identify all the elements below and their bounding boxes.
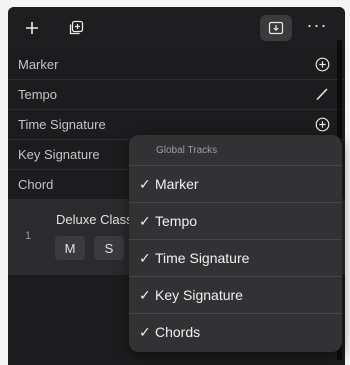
duplicate-button[interactable] bbox=[64, 15, 88, 41]
global-tracks-popover: Global Tracks ✓ Marker ✓ Tempo ✓ Time Si… bbox=[129, 135, 342, 352]
toolbar: ··· bbox=[8, 7, 345, 47]
global-track-row-tempo[interactable]: Tempo bbox=[8, 79, 345, 110]
menu-item-tempo[interactable]: ✓ Tempo bbox=[129, 202, 342, 239]
menu-item-label: Chords bbox=[155, 324, 201, 340]
menu-item-label: Tempo bbox=[155, 213, 198, 229]
more-icon: ··· bbox=[306, 14, 328, 35]
mute-button[interactable]: M bbox=[55, 236, 85, 260]
popover-header: Global Tracks bbox=[156, 144, 218, 156]
add-track-button[interactable] bbox=[20, 15, 44, 41]
menu-item-label: Marker bbox=[155, 176, 199, 192]
duplicate-icon bbox=[69, 20, 84, 35]
pencil-icon[interactable] bbox=[313, 85, 331, 103]
plus-circle-icon[interactable] bbox=[313, 55, 331, 73]
menu-item-key-signature[interactable]: ✓ Key Signature bbox=[129, 276, 342, 313]
checkmark-icon: ✓ bbox=[139, 286, 151, 303]
menu-item-marker[interactable]: ✓ Marker bbox=[129, 165, 342, 202]
row-label: Key Signature bbox=[18, 146, 100, 162]
plus-circle-icon[interactable] bbox=[313, 115, 331, 133]
global-track-row-marker[interactable]: Marker bbox=[8, 49, 345, 80]
row-label: Tempo bbox=[18, 86, 58, 102]
menu-item-label: Key Signature bbox=[155, 287, 243, 303]
checkmark-icon: ✓ bbox=[139, 249, 151, 266]
plus-icon bbox=[26, 22, 38, 34]
track-number: 1 bbox=[25, 230, 32, 242]
row-label: Time Signature bbox=[18, 116, 106, 132]
import-tray-icon bbox=[268, 21, 284, 35]
menu-item-time-signature[interactable]: ✓ Time Signature bbox=[129, 239, 342, 276]
more-button[interactable]: ··· bbox=[304, 12, 330, 38]
menu-item-label: Time Signature bbox=[155, 250, 250, 266]
row-label: Marker bbox=[18, 56, 59, 72]
row-label: Chord bbox=[18, 176, 54, 192]
solo-button[interactable]: S bbox=[94, 236, 124, 260]
checkmark-icon: ✓ bbox=[139, 212, 151, 229]
checkmark-icon: ✓ bbox=[139, 323, 151, 340]
global-tracks-button[interactable] bbox=[260, 15, 292, 41]
track-name[interactable]: Deluxe Classic bbox=[56, 212, 138, 227]
checkmark-icon: ✓ bbox=[139, 175, 151, 192]
menu-item-chords[interactable]: ✓ Chords bbox=[129, 313, 342, 350]
